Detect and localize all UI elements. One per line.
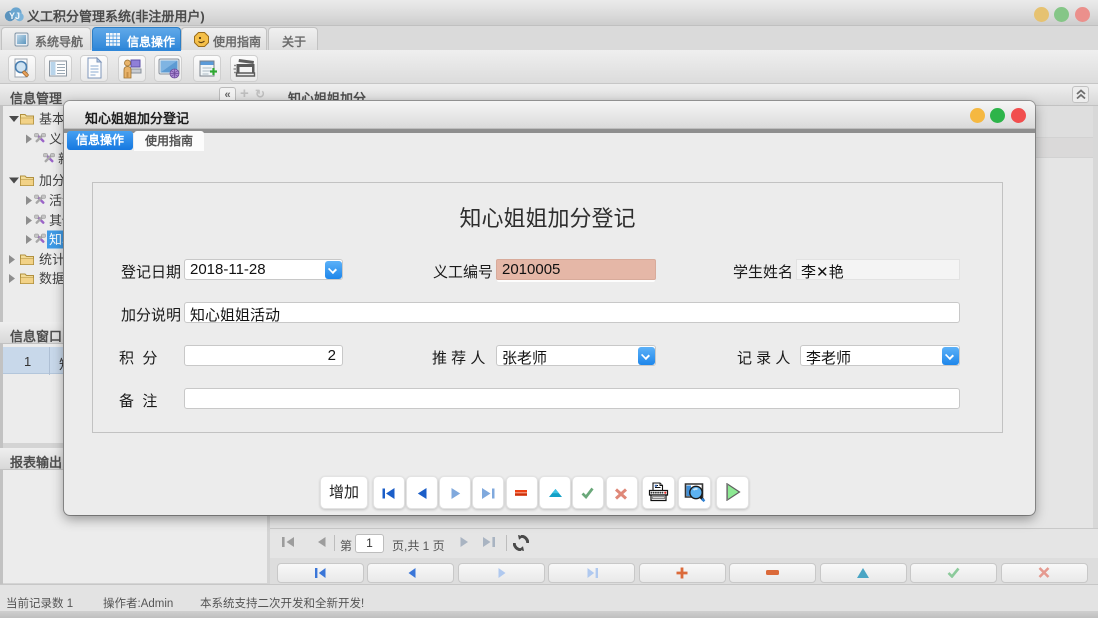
svg-text:YJ: YJ bbox=[9, 11, 20, 21]
